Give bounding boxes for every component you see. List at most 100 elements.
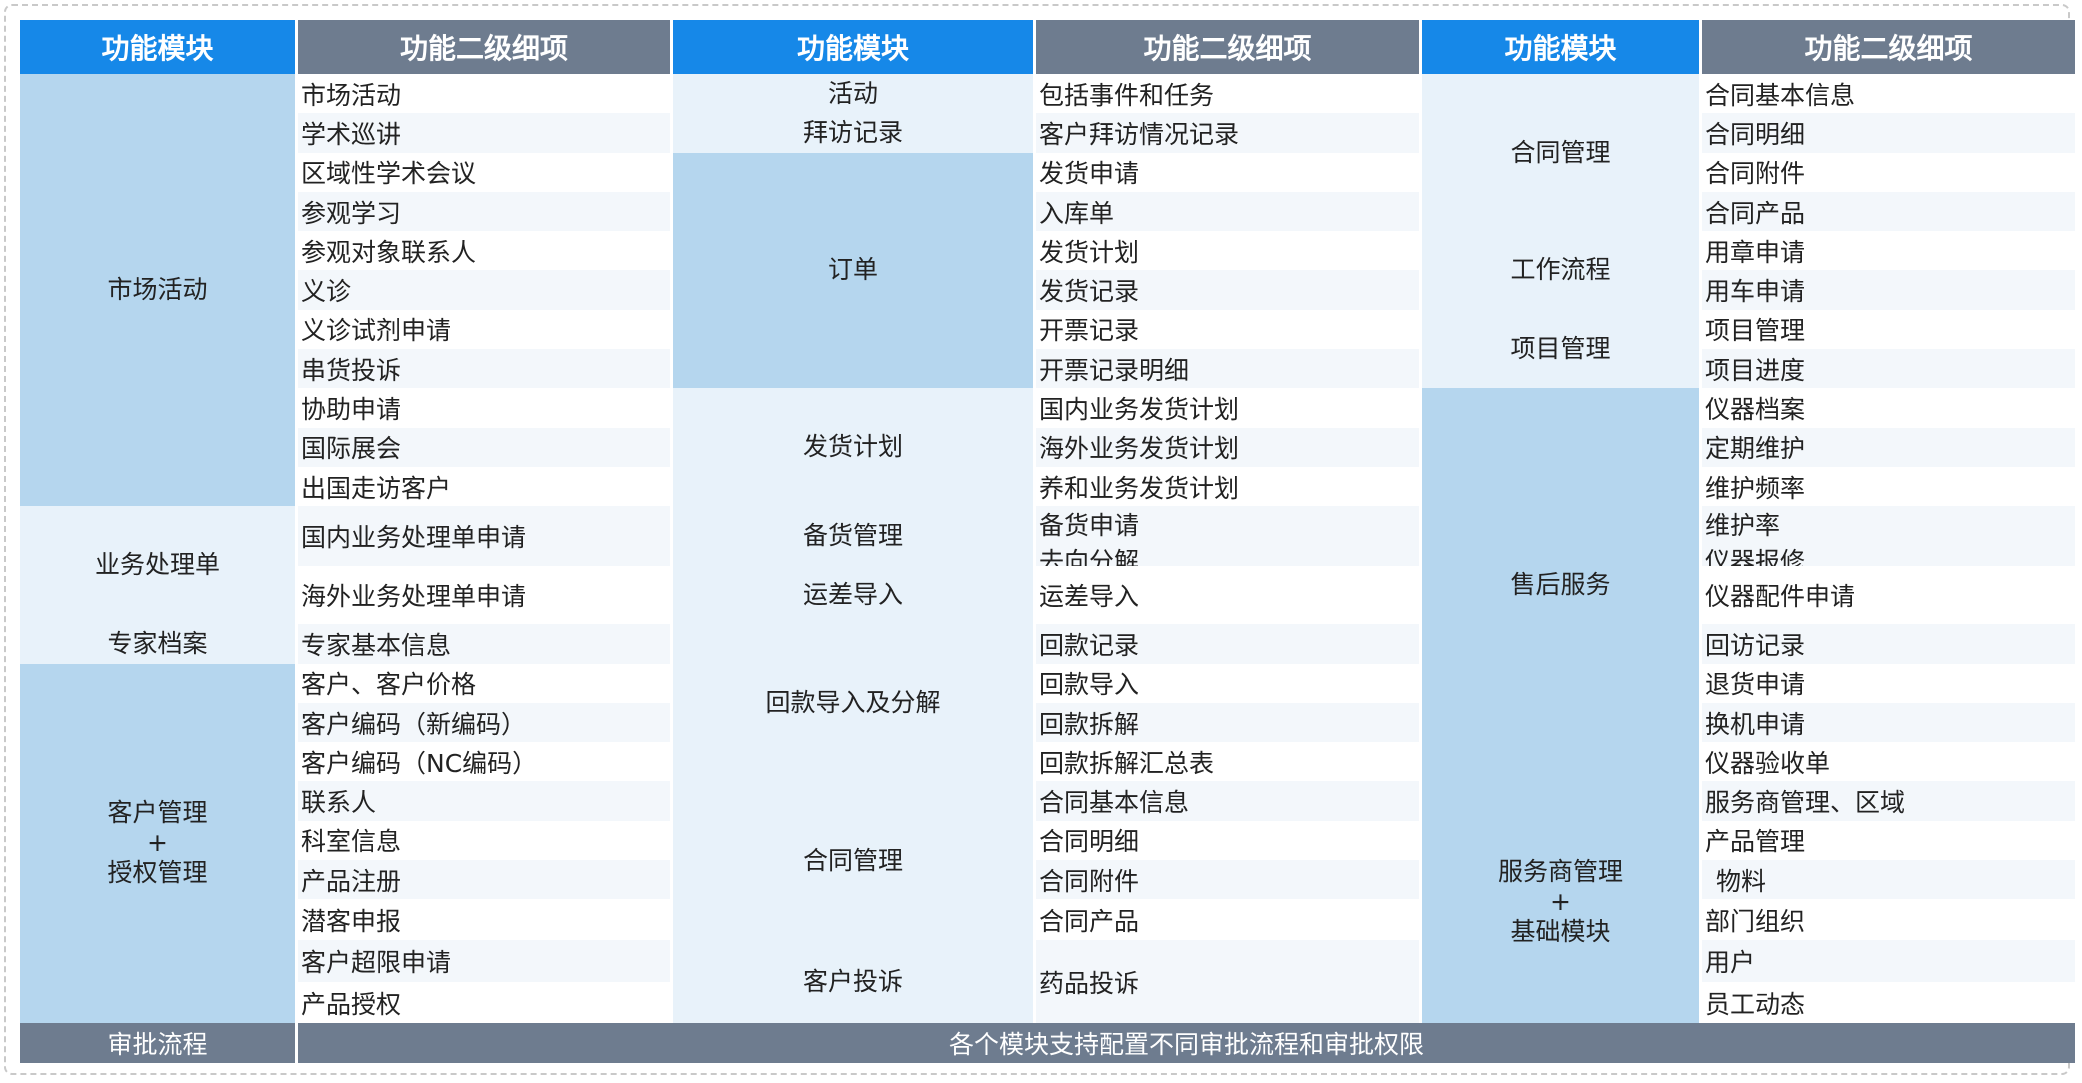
list-item: 客户拜访情况记录 [1036, 113, 1419, 153]
list-item: 发货计划 [1036, 231, 1419, 271]
list-item: 合同产品 [1036, 899, 1419, 941]
header-sub-2: 功能二级细项 [1036, 20, 1419, 74]
list-item: 员工动态 [1702, 982, 2075, 1024]
list-item: 用车申请 [1702, 270, 2075, 310]
header-module-3: 功能模块 [1422, 20, 1699, 74]
module-line: 服务商管理 [1497, 857, 1623, 887]
module-expert-archive: 专家档案 [20, 624, 295, 664]
list-item: 合同产品 [1702, 191, 2075, 232]
list-item: 项目管理 [1702, 309, 2075, 350]
list-item: 物料 [1702, 860, 2075, 900]
list-item: 海外业务处理单申请 [298, 566, 670, 625]
list-item: 发货记录 [1036, 270, 1419, 310]
list-item: 包括事件和任务 [1036, 74, 1419, 114]
list-item: 客户超限申请 [298, 940, 670, 983]
list-item: 出国走访客户 [298, 466, 670, 507]
module-service-provider: 服务商管理 + 基础模块 [1422, 781, 1699, 1024]
list-item: 入库单 [1036, 191, 1419, 232]
list-item: 部门组织 [1702, 899, 2075, 941]
module-project-management: 项目管理 [1422, 309, 1699, 389]
list-item: 回款拆解汇总表 [1036, 742, 1419, 782]
list-item: 参观对象联系人 [298, 231, 670, 271]
list-item: 回款记录 [1036, 624, 1419, 664]
list-item: 项目进度 [1702, 349, 2075, 389]
list-item: 参观学习 [298, 191, 670, 232]
list-item: 合同明细 [1036, 820, 1419, 861]
footer-text: 各个模块支持配置不同审批流程和审批权限 [298, 1023, 2075, 1063]
module-business-order: 业务处理单 [20, 506, 295, 625]
module-order: 订单 [673, 152, 1033, 389]
list-item: 国内业务发货计划 [1036, 388, 1419, 428]
module-contract-management-2: 合同管理 [1422, 74, 1699, 232]
list-item: 潜客申报 [298, 899, 670, 941]
module-after-sales: 售后服务 [1422, 388, 1699, 782]
list-item: 去向分解 [1039, 547, 1140, 567]
list-item: 串货投诉 [298, 349, 670, 389]
module-contract-management: 合同管理 [673, 781, 1033, 941]
list-item-pair: 维护率 仪器报修 [1702, 506, 2075, 567]
list-item: 回访记录 [1702, 624, 2075, 664]
list-item: 药品投诉 [1036, 940, 1419, 1024]
module-freight-import: 运差导入 [673, 566, 1033, 625]
list-item: 区域性学术会议 [298, 152, 670, 192]
list-item: 海外业务发货计划 [1036, 427, 1419, 467]
list-item: 市场活动 [298, 74, 670, 114]
list-item: 义诊试剂申请 [298, 309, 670, 350]
list-item: 运差导入 [1036, 566, 1419, 625]
module-customer-auth: 客户管理 + 授权管理 [20, 663, 295, 1024]
list-item: 科室信息 [298, 820, 670, 861]
list-item: 客户编码（新编码） [298, 702, 670, 743]
module-line: 客户管理 [107, 798, 208, 828]
list-item: 国际展会 [298, 427, 670, 467]
module-line: 授权管理 [107, 858, 208, 888]
module-customer-complaint: 客户投诉 [673, 940, 1033, 1024]
list-item: 联系人 [298, 781, 670, 821]
header-sub-1: 功能二级细项 [298, 20, 670, 74]
list-item: 客户编码（NC编码） [298, 742, 670, 782]
list-item: 义诊 [298, 270, 670, 310]
list-item: 发货申请 [1036, 152, 1419, 192]
list-item: 开票记录 [1036, 309, 1419, 350]
list-item-pair: 备货申请 去向分解 [1036, 506, 1419, 567]
list-item: 养和业务发货计划 [1036, 466, 1419, 507]
list-item: 合同附件 [1036, 860, 1419, 900]
list-item: 国内业务处理单申请 [298, 506, 670, 567]
module-workflow: 工作流程 [1422, 231, 1699, 310]
list-item: 换机申请 [1702, 702, 2075, 743]
module-line: + [147, 828, 168, 858]
header-module-1: 功能模块 [20, 20, 295, 74]
list-item: 仪器档案 [1702, 388, 2075, 428]
list-item: 开票记录明细 [1036, 349, 1419, 389]
list-item: 定期维护 [1702, 427, 2075, 467]
list-item: 维护率 [1705, 511, 1781, 541]
footer-label: 审批流程 [20, 1023, 295, 1063]
feature-table: 功能模块 功能二级细项 功能模块 功能二级细项 功能模块 功能二级细项 市场活动… [20, 20, 2075, 1063]
list-item: 维护频率 [1702, 466, 2075, 507]
list-item: 备货申请 [1039, 511, 1140, 541]
list-item: 客户、客户价格 [298, 663, 670, 703]
list-item: 合同基本信息 [1036, 781, 1419, 821]
module-activity: 活动 [673, 74, 1033, 114]
list-item: 仪器验收单 [1702, 742, 2075, 782]
list-item: 学术巡讲 [298, 113, 670, 153]
list-item: 产品注册 [298, 860, 670, 900]
list-item: 协助申请 [298, 388, 670, 428]
list-item: 专家基本信息 [298, 624, 670, 664]
module-payment-import: 回款导入及分解 [673, 624, 1033, 782]
list-item: 合同明细 [1702, 113, 2075, 153]
list-item: 服务商管理、区域 [1702, 781, 2075, 821]
header-sub-3: 功能二级细项 [1702, 20, 2075, 74]
module-market-activity: 市场活动 [20, 74, 295, 507]
list-item: 回款导入 [1036, 663, 1419, 703]
module-visit-record: 拜访记录 [673, 113, 1033, 153]
list-item: 回款拆解 [1036, 702, 1419, 743]
list-item: 仪器报修 [1705, 547, 1806, 567]
header-module-2: 功能模块 [673, 20, 1033, 74]
list-item: 用户 [1702, 940, 2075, 983]
module-line: 基础模块 [1510, 917, 1611, 947]
list-item: 仪器配件申请 [1702, 566, 2075, 625]
module-shipping-plan: 发货计划 [673, 388, 1033, 507]
list-item: 退货申请 [1702, 663, 2075, 703]
list-item: 产品管理 [1702, 820, 2075, 861]
module-stock-management: 备货管理 [673, 506, 1033, 567]
